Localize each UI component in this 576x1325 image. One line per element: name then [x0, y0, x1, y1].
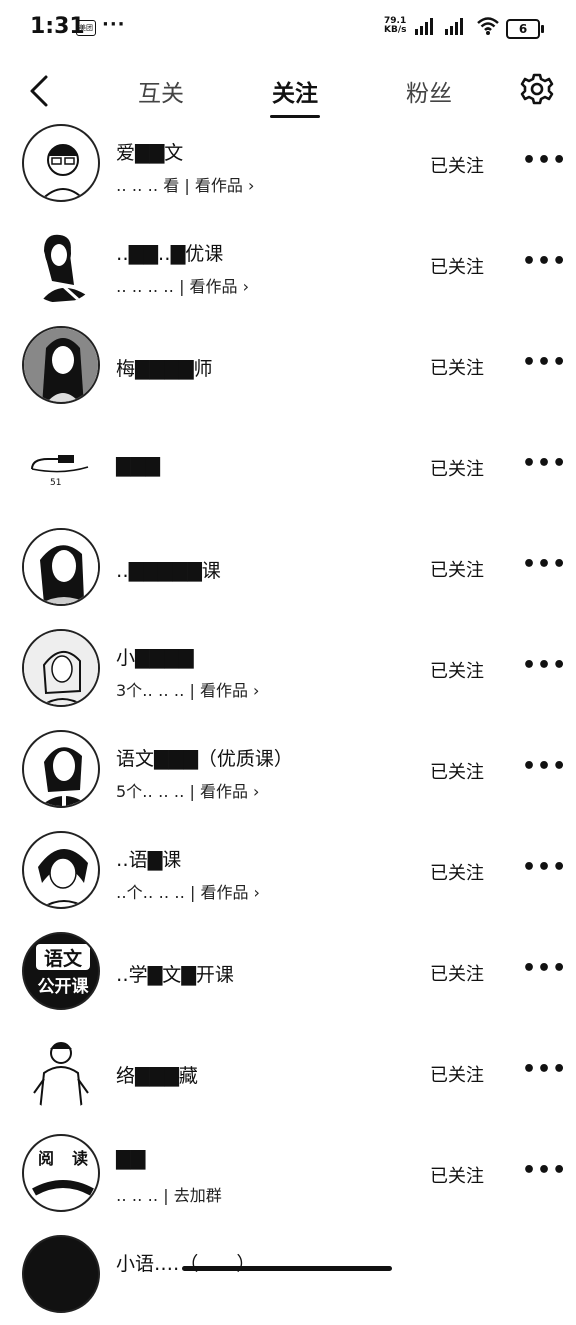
- wifi-icon: [477, 17, 499, 35]
- user-subtitle[interactable]: 5个‥ ‥ ‥ | 看作品 ›: [116, 778, 259, 802]
- user-subtitle[interactable]: 3个‥ ‥ ‥ | 看作品 ›: [116, 677, 259, 701]
- text-logo-avatar-icon[interactable]: 语文 公开课: [22, 932, 100, 1010]
- woman-portrait-avatar-icon[interactable]: [22, 326, 100, 404]
- following-button[interactable]: 已关注: [430, 1061, 484, 1087]
- more-options-icon[interactable]: •••: [522, 552, 566, 577]
- signal-icon: [445, 18, 463, 35]
- more-options-icon[interactable]: •••: [522, 855, 566, 880]
- more-options-icon[interactable]: •••: [522, 350, 566, 375]
- list-item[interactable]: 小语‥‥（‥‥‥）: [0, 1225, 576, 1325]
- user-name: ▇▇▇: [116, 455, 160, 477]
- user-name: 小▇▇▇▇: [116, 647, 194, 669]
- list-item[interactable]: 阅 读 ▇▇ ‥ ‥ ‥ | 去加群 已关注 •••: [0, 1124, 576, 1224]
- following-button[interactable]: 已关注: [430, 859, 484, 885]
- stamp-logo-avatar-icon[interactable]: 阅 读: [22, 1134, 100, 1212]
- network-speed: 79.1 KB/s: [384, 17, 406, 35]
- top-nav: 互关 关注 粉丝: [0, 60, 576, 120]
- following-button[interactable]: 已关注: [430, 960, 484, 986]
- tab-followers[interactable]: 粉丝: [406, 74, 452, 108]
- following-button[interactable]: 已关注: [430, 152, 484, 178]
- user-name: 语文▇▇▇（优质课）: [116, 748, 293, 770]
- logo-text: 阅: [38, 1149, 54, 1168]
- user-subtitle[interactable]: ‥个‥ ‥ ‥ | 看作品 ›: [116, 879, 260, 903]
- user-subtitle[interactable]: ‥ ‥ ‥ 看 | 看作品 ›: [116, 172, 254, 196]
- user-name: 梅▇▇▇▇师: [116, 358, 213, 380]
- pen-logo-avatar-icon[interactable]: 51: [22, 427, 100, 505]
- logo-text: 公开课: [38, 977, 90, 997]
- list-item[interactable]: 语文▇▇▇（优质课） 5个‥ ‥ ‥ | 看作品 › 已关注 •••: [0, 720, 576, 820]
- man-portrait-avatar-icon[interactable]: [22, 1033, 100, 1111]
- user-name: ‥语▇课: [116, 849, 182, 871]
- following-button[interactable]: 已关注: [430, 1162, 484, 1188]
- more-options-icon[interactable]: •••: [522, 249, 566, 274]
- home-indicator[interactable]: [182, 1266, 392, 1271]
- logo-text: 语文: [44, 947, 83, 970]
- more-options-icon[interactable]: •••: [522, 956, 566, 981]
- user-name: ‥▇▇▇▇▇课: [116, 560, 221, 582]
- list-item[interactable]: 语文 公开课 ‥学▇文▇开课 已关注 •••: [0, 922, 576, 1022]
- back-icon[interactable]: [26, 74, 56, 108]
- user-name: ‥学▇文▇开课: [116, 964, 234, 986]
- list-item[interactable]: 爱▇▇文 ‥ ‥ ‥ 看 | 看作品 › 已关注 •••: [0, 114, 576, 214]
- app-notification-icon: 美团: [76, 20, 96, 36]
- settings-gear-icon[interactable]: [520, 72, 554, 106]
- tab-mutual[interactable]: 互关: [138, 74, 184, 108]
- more-notifications-icon: ···: [102, 14, 126, 35]
- list-item[interactable]: 梅▇▇▇▇师 已关注 •••: [0, 316, 576, 416]
- list-item[interactable]: ‥▇▇‥▇优课 ‥ ‥ ‥ ‥ | 看作品 › 已关注 •••: [0, 215, 576, 315]
- woman-portrait-avatar-icon[interactable]: [22, 629, 100, 707]
- following-button[interactable]: 已关注: [430, 657, 484, 683]
- list-item[interactable]: 小▇▇▇▇ 3个‥ ‥ ‥ | 看作品 › 已关注 •••: [0, 619, 576, 719]
- more-options-icon[interactable]: •••: [522, 754, 566, 779]
- list-item[interactable]: ‥语▇课 ‥个‥ ‥ ‥ | 看作品 › 已关注 •••: [0, 821, 576, 921]
- following-button[interactable]: 已关注: [430, 253, 484, 279]
- following-button[interactable]: 已关注: [430, 556, 484, 582]
- battery-icon: 6: [506, 19, 544, 39]
- user-subtitle[interactable]: ‥ ‥ ‥ | 去加群: [116, 1182, 222, 1206]
- woman-portrait-avatar-icon[interactable]: [22, 225, 100, 303]
- following-button[interactable]: 已关注: [430, 455, 484, 481]
- signal-icon: [415, 18, 433, 35]
- partial-avatar-icon[interactable]: [22, 1235, 100, 1313]
- tab-following[interactable]: 关注: [272, 74, 318, 108]
- woman-portrait-avatar-icon[interactable]: [22, 831, 100, 909]
- more-options-icon[interactable]: •••: [522, 653, 566, 678]
- woman-portrait-avatar-icon[interactable]: [22, 528, 100, 606]
- logo-text: 51: [50, 478, 61, 488]
- list-item[interactable]: 络▇▇▇藏 已关注 •••: [0, 1023, 576, 1123]
- more-options-icon[interactable]: •••: [522, 1057, 566, 1082]
- user-name: 络▇▇▇藏: [116, 1065, 198, 1087]
- person-glasses-avatar-icon[interactable]: [22, 124, 100, 202]
- user-name: ‥▇▇‥▇优课: [116, 243, 224, 265]
- more-options-icon[interactable]: •••: [522, 148, 566, 173]
- status-bar: 1:31 美团 ··· 79.1 KB/s 6: [0, 0, 576, 56]
- more-options-icon[interactable]: •••: [522, 1158, 566, 1183]
- network-speed-unit: KB/s: [384, 25, 407, 35]
- user-subtitle[interactable]: ‥ ‥ ‥ ‥ | 看作品 ›: [116, 273, 249, 297]
- logo-text: 读: [72, 1149, 88, 1168]
- user-name: ▇▇: [116, 1148, 146, 1170]
- following-button[interactable]: 已关注: [430, 354, 484, 380]
- user-name: 爱▇▇文: [116, 142, 184, 164]
- list-item[interactable]: ‥▇▇▇▇▇课 已关注 •••: [0, 518, 576, 618]
- more-options-icon[interactable]: •••: [522, 451, 566, 476]
- following-button[interactable]: 已关注: [430, 758, 484, 784]
- user-name: 小语‥‥（‥‥‥）: [116, 1253, 256, 1275]
- woman-portrait-avatar-icon[interactable]: [22, 730, 100, 808]
- list-item[interactable]: 51 ▇▇▇ 已关注 •••: [0, 417, 576, 517]
